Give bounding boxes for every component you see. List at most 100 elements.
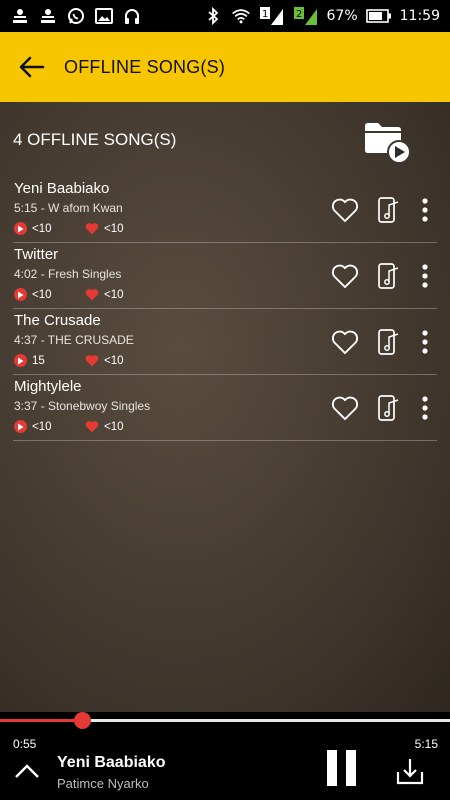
- song-title: Twitter: [14, 246, 59, 263]
- like-button[interactable]: [328, 391, 362, 425]
- heart-filled-icon: [85, 288, 99, 301]
- set-ringtone-button[interactable]: [372, 193, 406, 227]
- song-stats: <10 <10: [14, 420, 156, 433]
- heart-filled-icon: [85, 222, 99, 235]
- song-list: Yeni Baabiako 5:15 - W afom Kwan <10 <10: [13, 177, 437, 441]
- download-button[interactable]: [395, 756, 425, 786]
- arrow-back-icon: [19, 56, 45, 78]
- clock: 11:59: [399, 8, 440, 24]
- song-title: Yeni Baabiako: [14, 180, 110, 197]
- song-row[interactable]: The Crusade 4:37 - THE CRUSADE 15 <10: [13, 309, 437, 375]
- song-count-label: 4 OFFLINE SONG(S): [13, 130, 177, 149]
- seek-progress: [0, 719, 82, 722]
- more-options-button[interactable]: [413, 325, 437, 359]
- heart-outline-icon: [331, 396, 359, 421]
- folder-play-icon: [365, 123, 411, 164]
- heart-outline-icon: [331, 198, 359, 223]
- heart-filled-icon: [85, 354, 99, 367]
- play-count: <10: [14, 222, 85, 235]
- status-bar: 1 2 67% 11:59: [0, 0, 450, 32]
- song-row[interactable]: Yeni Baabiako 5:15 - W afom Kwan <10 <10: [13, 177, 437, 243]
- set-ringtone-button[interactable]: [372, 325, 406, 359]
- song-list-panel: 4 OFFLINE SONG(S) Yeni Baabiako 5:15 - W…: [0, 102, 450, 712]
- song-stats: <10 <10: [14, 222, 156, 235]
- song-meta: 3:37 - Stonebwoy Singles: [14, 399, 151, 413]
- wifi-icon: [231, 7, 251, 25]
- signal-icon: 1: [259, 7, 285, 25]
- heart-filled-icon: [85, 420, 99, 433]
- like-count: <10: [85, 354, 156, 367]
- usb-debug-icon: [10, 7, 30, 25]
- heart-outline-icon: [331, 264, 359, 289]
- song-title: The Crusade: [14, 312, 101, 329]
- song-stats: 15 <10: [14, 354, 156, 367]
- play-count-icon: [14, 288, 27, 301]
- play-count-value: <10: [32, 222, 52, 235]
- play-count-value: 15: [32, 354, 45, 367]
- bluetooth-icon: [203, 7, 223, 25]
- svg-text:2: 2: [296, 9, 302, 20]
- battery-icon: [365, 7, 392, 25]
- like-button[interactable]: [328, 325, 362, 359]
- more-options-button[interactable]: [413, 391, 437, 425]
- expand-player-button[interactable]: [12, 756, 42, 786]
- play-count: <10: [14, 288, 85, 301]
- play-count-value: <10: [32, 288, 52, 301]
- heart-outline-icon: [331, 330, 359, 355]
- like-count-value: <10: [104, 420, 124, 433]
- phone-music-icon: [378, 263, 399, 289]
- like-count: <10: [85, 420, 156, 433]
- like-button[interactable]: [328, 193, 362, 227]
- battery-percent: 67%: [326, 8, 358, 24]
- phone-music-icon: [378, 197, 399, 223]
- like-button[interactable]: [328, 259, 362, 293]
- headphones-icon: [122, 7, 142, 25]
- play-count-icon: [14, 354, 27, 367]
- status-left-icons: [10, 7, 142, 25]
- status-right-icons: 1 2 67% 11:59: [203, 7, 440, 25]
- back-button[interactable]: [0, 32, 64, 102]
- pause-icon: [345, 750, 356, 786]
- more-vert-icon: [422, 264, 428, 288]
- phone-music-icon: [378, 329, 399, 355]
- song-meta: 5:15 - W afom Kwan: [14, 201, 123, 215]
- song-meta: 4:37 - THE CRUSADE: [14, 333, 134, 347]
- play-count-value: <10: [32, 420, 52, 433]
- folder-play-button[interactable]: [362, 118, 412, 164]
- chevron-up-icon: [15, 764, 39, 778]
- seek-thumb[interactable]: [73, 712, 91, 729]
- more-options-button[interactable]: [413, 259, 437, 293]
- signal-icon: 2: [293, 7, 319, 25]
- now-playing-artist: Patimce Nyarko: [57, 776, 149, 791]
- usb-debug-icon: [38, 7, 58, 25]
- total-time: 5:15: [414, 737, 438, 751]
- song-row[interactable]: Mightylele 3:37 - Stonebwoy Singles <10 …: [13, 375, 437, 441]
- more-options-button[interactable]: [413, 193, 437, 227]
- pause-button[interactable]: [324, 750, 358, 788]
- play-count-icon: [14, 420, 27, 433]
- play-count: <10: [14, 420, 85, 433]
- svg-text:1: 1: [262, 9, 268, 20]
- like-count-value: <10: [104, 288, 124, 301]
- like-count-value: <10: [104, 222, 124, 235]
- seek-bar[interactable]: [0, 712, 450, 729]
- phone-music-icon: [378, 395, 399, 421]
- set-ringtone-button[interactable]: [372, 391, 406, 425]
- pause-icon: [326, 750, 337, 786]
- set-ringtone-button[interactable]: [372, 259, 406, 293]
- more-vert-icon: [422, 396, 428, 420]
- mini-player: 0:55 5:15 Yeni Baabiako Patimce Nyarko: [0, 712, 450, 800]
- song-row[interactable]: Twitter 4:02 - Fresh Singles <10 <10: [13, 243, 437, 309]
- now-playing-title: Yeni Baabiako: [57, 754, 166, 771]
- like-count: <10: [85, 288, 156, 301]
- download-icon: [396, 759, 424, 785]
- play-count-icon: [14, 222, 27, 235]
- page-title: OFFLINE SONG(S): [64, 56, 226, 77]
- current-time: 0:55: [13, 737, 37, 751]
- gallery-icon: [94, 7, 114, 25]
- song-title: Mightylele: [14, 378, 82, 395]
- like-count: <10: [85, 222, 156, 235]
- app-bar: OFFLINE SONG(S): [0, 32, 450, 102]
- more-vert-icon: [422, 198, 428, 222]
- whatsapp-icon: [66, 7, 86, 25]
